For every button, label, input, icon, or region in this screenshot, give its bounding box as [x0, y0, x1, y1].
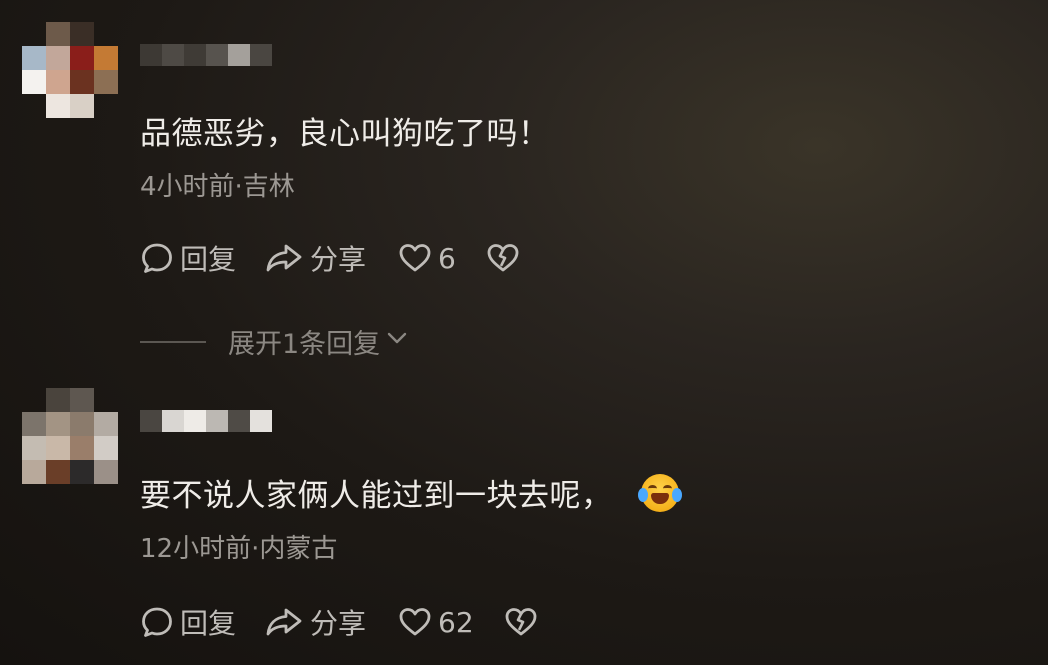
like-button[interactable]: 6 [398, 241, 456, 275]
broken-heart-icon [504, 605, 538, 639]
broken-heart-icon [486, 241, 520, 275]
heart-icon [398, 241, 432, 275]
dislike-button[interactable] [486, 241, 520, 275]
share-button[interactable]: 分享 [264, 238, 366, 278]
chevron-down-icon [380, 325, 410, 358]
reply-label: 回复 [180, 243, 237, 276]
comment-text-content: 品德恶劣，良心叫狗吃了吗！ [140, 116, 550, 152]
avatar[interactable] [22, 388, 118, 484]
like-count: 62 [438, 605, 474, 639]
reply-label: 回复 [180, 607, 237, 640]
comment-actions: 回复 分享 62 [140, 602, 538, 642]
comment-text: 品德恶劣，良心叫狗吃了吗！ [140, 108, 550, 153]
reply-button[interactable]: 回复 [140, 602, 236, 642]
divider-line [140, 340, 206, 343]
comment-text: 要不说人家俩人能过到一块去呢， [140, 470, 682, 515]
comment-item: 品德恶劣，良心叫狗吃了吗！ 4小时前·吉林 回复 分享 6 [0, 0, 1048, 320]
username-blurred[interactable] [140, 410, 272, 432]
tears-of-joy-emoji [637, 473, 682, 512]
expand-replies-button[interactable]: 展开1条回复 [140, 322, 410, 361]
share-button[interactable]: 分享 [264, 602, 366, 642]
comment-bubble-icon [140, 241, 174, 275]
comment-meta: 4小时前·吉林 [140, 172, 295, 202]
comment-text-content: 要不说人家俩人能过到一块去呢， [140, 478, 613, 514]
username-blurred[interactable] [140, 44, 272, 66]
heart-icon [398, 605, 432, 639]
comment-item: 要不说人家俩人能过到一块去呢， 12小时前·内蒙古 回复 分享 62 [0, 380, 1048, 665]
share-label: 分享 [310, 607, 367, 640]
like-button[interactable]: 62 [398, 605, 474, 639]
comment-meta: 12小时前·内蒙古 [140, 534, 338, 564]
share-arrow-icon [264, 241, 304, 275]
share-label: 分享 [310, 243, 367, 276]
comment-bubble-icon [140, 605, 174, 639]
share-arrow-icon [264, 605, 304, 639]
expand-replies-label: 展开1条回复 [228, 329, 381, 360]
avatar[interactable] [22, 22, 118, 118]
like-count: 6 [438, 241, 456, 275]
reply-button[interactable]: 回复 [140, 238, 236, 278]
comment-actions: 回复 分享 6 [140, 238, 520, 278]
dislike-button[interactable] [504, 605, 538, 639]
